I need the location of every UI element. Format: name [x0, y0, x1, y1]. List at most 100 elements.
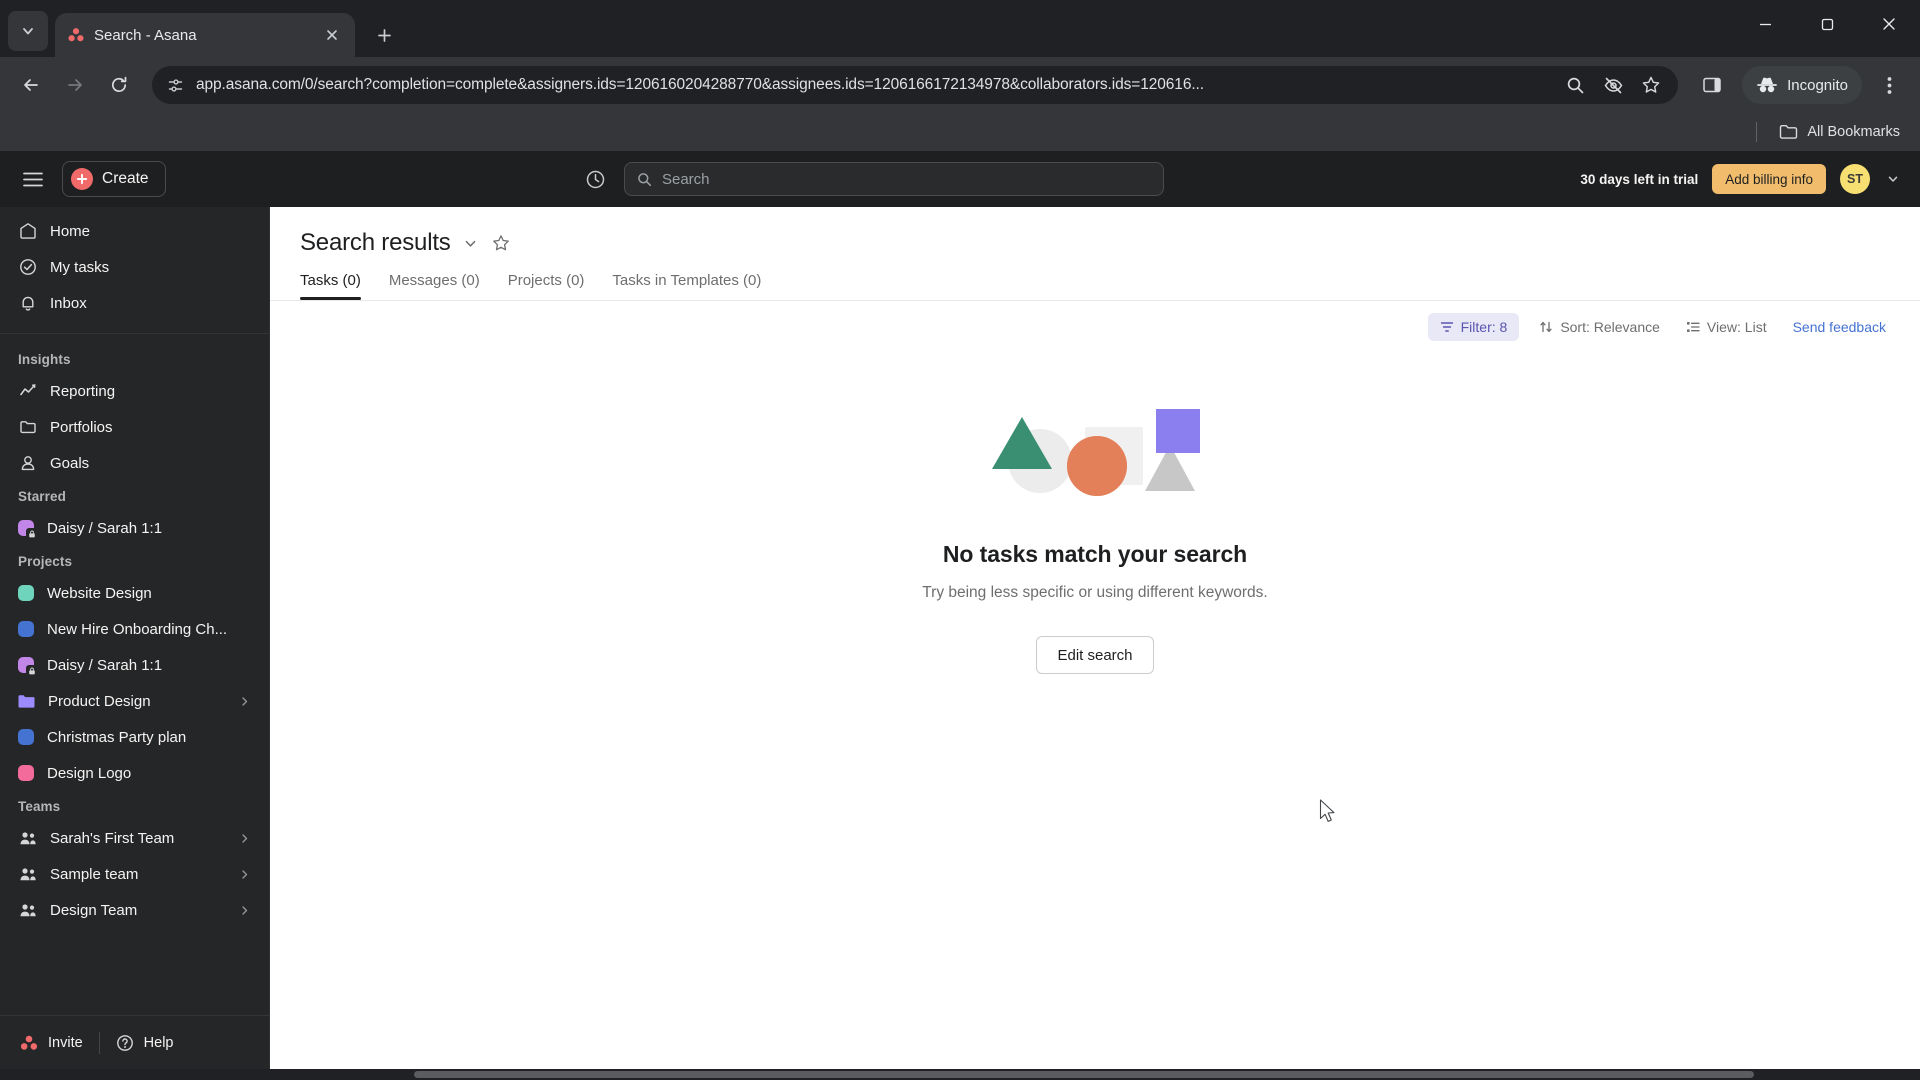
- sort-arrows-icon: [1540, 321, 1552, 333]
- chevron-down-icon: [465, 240, 476, 247]
- shapes-illustration: [980, 399, 1210, 509]
- search-placeholder: Search: [661, 170, 710, 188]
- page-title-menu-button[interactable]: [461, 233, 481, 253]
- sidebar-item-project-new-hire-onboarding[interactable]: New Hire Onboarding Ch...: [8, 611, 261, 647]
- trial-status-text: 30 days left in trial: [1580, 171, 1699, 187]
- tab-tasks-in-templates[interactable]: Tasks in Templates (0): [598, 268, 775, 300]
- filter-button[interactable]: Filter: 8: [1427, 313, 1520, 341]
- all-bookmarks-label: All Bookmarks: [1807, 124, 1900, 140]
- tab-search-button[interactable]: [8, 11, 48, 51]
- reload-button[interactable]: [100, 66, 138, 104]
- chart-line-icon: [18, 382, 37, 401]
- asana-logo-icon: [20, 1035, 38, 1050]
- side-panel-icon: [1703, 77, 1721, 93]
- invite-button[interactable]: Invite: [20, 1034, 83, 1052]
- back-button[interactable]: [12, 66, 50, 104]
- eye-off-icon[interactable]: [1602, 74, 1624, 96]
- new-tab-button[interactable]: [367, 18, 401, 52]
- side-panel-button[interactable]: [1692, 66, 1732, 104]
- browser-menu-button[interactable]: [1870, 66, 1908, 104]
- forward-button[interactable]: [56, 66, 94, 104]
- close-tab-button[interactable]: [321, 24, 343, 46]
- tab-tasks[interactable]: Tasks (0): [300, 268, 375, 300]
- maximize-window-button[interactable]: [1796, 0, 1858, 48]
- project-color-dot: [18, 729, 34, 745]
- sidebar-section-teams: Teams: [18, 799, 61, 814]
- sort-button[interactable]: Sort: Relevance: [1539, 319, 1660, 335]
- sidebar-item-project-website-design[interactable]: Website Design: [8, 575, 261, 611]
- incognito-indicator[interactable]: Incognito: [1742, 66, 1862, 104]
- sidebar-scroll-area: Home My tasks Inbox Insights Reporting P…: [0, 207, 269, 1015]
- all-bookmarks-button[interactable]: All Bookmarks: [1779, 124, 1900, 140]
- expand-chevron-icon[interactable]: [237, 905, 251, 916]
- minimize-window-button[interactable]: [1734, 0, 1796, 48]
- search-input[interactable]: Search: [623, 162, 1164, 196]
- bell-icon: [18, 294, 37, 313]
- sidebar-item-my-tasks[interactable]: My tasks: [8, 249, 261, 285]
- close-window-button[interactable]: [1858, 0, 1920, 48]
- user-avatar[interactable]: ST: [1840, 164, 1871, 194]
- people-icon: [18, 901, 37, 920]
- page-settings-icon[interactable]: [166, 76, 184, 94]
- arrow-left-icon: [24, 79, 38, 91]
- target-person-icon: [18, 454, 37, 473]
- sidebar-item-project-christmas-party-plan[interactable]: Christmas Party plan: [8, 719, 261, 755]
- tab-projects[interactable]: Projects (0): [494, 268, 599, 300]
- create-label: Create: [102, 170, 149, 187]
- sidebar-item-team-design-team[interactable]: Design Team: [8, 892, 261, 928]
- sidebar-item-inbox[interactable]: Inbox: [8, 285, 261, 321]
- add-billing-info-button[interactable]: Add billing info: [1712, 164, 1827, 194]
- sidebar-divider: [0, 333, 269, 334]
- view-button[interactable]: View: List: [1686, 319, 1767, 335]
- favorite-star-button[interactable]: [491, 233, 511, 253]
- sidebar-item-home[interactable]: Home: [8, 213, 261, 249]
- expand-chevron-icon[interactable]: [237, 696, 251, 707]
- expand-chevron-icon[interactable]: [237, 869, 251, 880]
- edit-search-button[interactable]: Edit search: [1036, 636, 1154, 674]
- view-label: View: List: [1706, 319, 1767, 335]
- help-button[interactable]: Help: [116, 1034, 174, 1052]
- project-color-dot: [18, 520, 37, 539]
- sidebar-item-reporting[interactable]: Reporting: [8, 373, 261, 409]
- recents-button[interactable]: [582, 165, 610, 193]
- sidebar-item-label: New Hire Onboarding Ch...: [47, 620, 228, 638]
- sidebar-item-label: Product Design: [48, 692, 151, 710]
- browser-tab[interactable]: Search - Asana: [55, 13, 355, 57]
- sidebar-item-starred-project[interactable]: Daisy / Sarah 1:1: [8, 510, 261, 546]
- plus-icon: [377, 28, 391, 42]
- bookmark-star-icon[interactable]: [1640, 74, 1662, 96]
- search-zoom-icon[interactable]: [1564, 74, 1586, 96]
- send-feedback-link[interactable]: Send feedback: [1793, 319, 1886, 335]
- tab-strip: Search - Asana: [0, 0, 1920, 57]
- project-color-dot: [18, 765, 34, 781]
- address-bar[interactable]: app.asana.com/0/search?completion=comple…: [152, 66, 1679, 104]
- people-icon: [18, 865, 37, 884]
- main-content: Search results Tasks (0) Messages (0) Pr…: [270, 207, 1920, 1069]
- sidebar-item-label: Website Design: [47, 584, 152, 602]
- horizontal-scrollbar[interactable]: [0, 1069, 1920, 1080]
- sidebar-item-goals[interactable]: Goals: [8, 445, 261, 481]
- avatar-menu-button[interactable]: [1884, 173, 1902, 185]
- home-icon: [18, 222, 37, 241]
- sidebar-item-team-sample-team[interactable]: Sample team: [8, 856, 261, 892]
- sidebar-item-team-sarahs-first-team[interactable]: Sarah's First Team: [8, 820, 261, 856]
- scrollbar-thumb[interactable]: [414, 1071, 1754, 1078]
- hamburger-menu-button[interactable]: [18, 164, 48, 194]
- bookmarks-divider: [1756, 122, 1758, 142]
- asana-logo-icon: [67, 26, 85, 44]
- sidebar-item-label: Home: [50, 222, 91, 240]
- project-color-dot: [18, 621, 34, 637]
- sidebar-item-project-daisy-sarah[interactable]: Daisy / Sarah 1:1: [8, 647, 261, 683]
- sidebar-item-project-design-logo[interactable]: Design Logo: [8, 755, 261, 791]
- expand-chevron-icon[interactable]: [237, 833, 251, 844]
- empty-state: No tasks match your search Try being les…: [270, 341, 1920, 1069]
- sidebar-item-project-product-design[interactable]: Product Design: [8, 683, 261, 719]
- people-icon: [18, 829, 37, 848]
- tab-messages[interactable]: Messages (0): [375, 268, 494, 300]
- result-tabs: Tasks (0) Messages (0) Projects (0) Task…: [300, 268, 1890, 300]
- project-color-dot: [18, 585, 34, 601]
- sidebar-item-portfolios[interactable]: Portfolios: [8, 409, 261, 445]
- create-button[interactable]: Create: [62, 161, 166, 197]
- sidebar-item-label: Sarah's First Team: [50, 829, 175, 847]
- invite-label: Invite: [48, 1034, 83, 1051]
